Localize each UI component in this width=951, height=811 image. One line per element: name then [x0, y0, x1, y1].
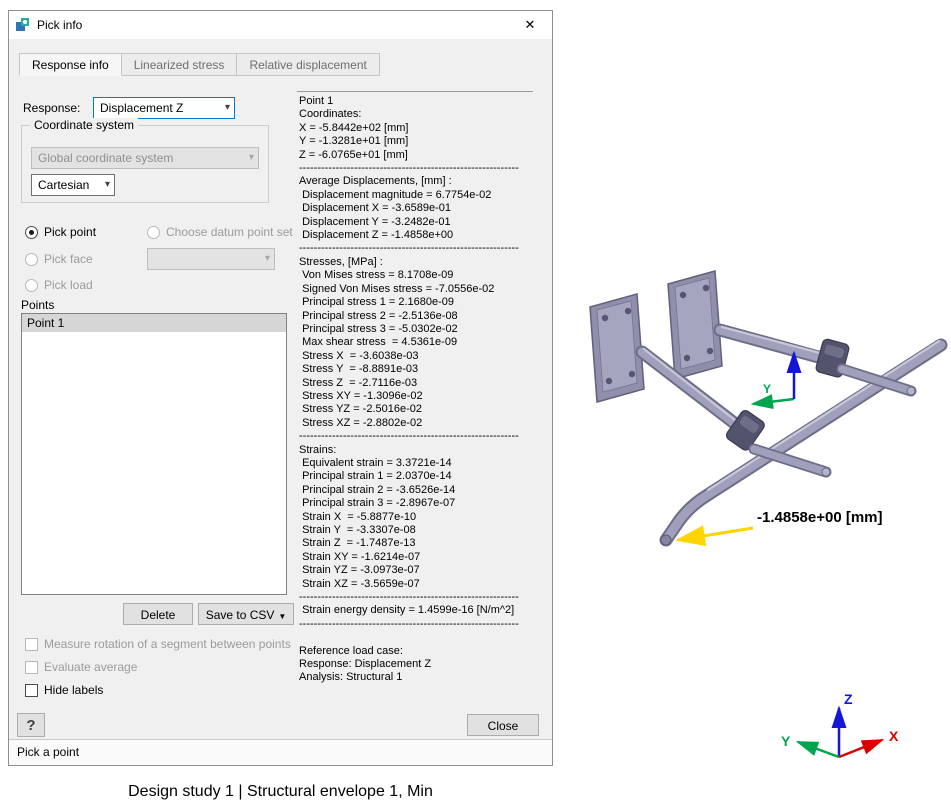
- radio-dot: [25, 279, 38, 292]
- response-label: Response:: [23, 101, 80, 115]
- status-bar: Pick a point: [9, 739, 552, 765]
- radio-dot: [25, 226, 38, 239]
- evaluate-average-label: Evaluate average: [44, 660, 137, 674]
- annotation-value-label: -1.4858e+00 [mm]: [757, 509, 883, 526]
- response-select[interactable]: Displacement Z ▾: [93, 97, 235, 119]
- chevron-down-icon: ▾: [225, 98, 230, 118]
- dialog-titlebar[interactable]: Pick info ✕: [9, 11, 552, 39]
- choose-datum-label: Choose datum point set: [166, 225, 293, 239]
- coordinate-type-value: Cartesian: [38, 178, 89, 192]
- help-button[interactable]: ?: [17, 713, 45, 737]
- bracket-plate-left: [590, 294, 644, 402]
- bracket-plate-right: [668, 271, 722, 379]
- measure-rotation-checkbox: Measure rotation of a segment between po…: [25, 637, 291, 651]
- coordinate-system-value: Global coordinate system: [38, 151, 173, 165]
- pick-point-radio[interactable]: Pick point: [25, 225, 96, 239]
- coordinate-system-group-label: Coordinate system: [30, 118, 138, 132]
- close-icon[interactable]: ✕: [514, 11, 546, 39]
- list-item[interactable]: Point 1: [22, 314, 286, 332]
- chevron-down-icon: ▾: [105, 175, 110, 195]
- probe-annotation: -1.4858e+00 [mm]: [678, 509, 883, 540]
- checkbox-box: [25, 638, 38, 651]
- coordinate-system-select: Global coordinate system ▾: [31, 147, 259, 169]
- pick-face-radio: Pick face: [25, 252, 93, 266]
- orientation-triad: Z X Y: [781, 691, 899, 757]
- tab-strip: Response info Linearized stress Relative…: [19, 53, 380, 76]
- triad-z-label: Z: [844, 691, 853, 707]
- pick-load-radio: Pick load: [25, 278, 93, 292]
- tab-relative-displacement[interactable]: Relative displacement: [236, 53, 379, 76]
- design-study-caption: Design study 1 | Structural envelope 1, …: [8, 783, 553, 801]
- hide-labels-label: Hide labels: [44, 683, 103, 697]
- chevron-down-icon: ▾: [249, 148, 254, 168]
- evaluate-average-checkbox: Evaluate average: [25, 660, 137, 674]
- response-selected-value: Displacement Z: [100, 101, 183, 115]
- pick-face-label: Pick face: [44, 252, 93, 266]
- points-label: Points: [21, 298, 54, 312]
- measure-rotation-label: Measure rotation of a segment between po…: [44, 637, 291, 651]
- cad-model[interactable]: [590, 271, 941, 545]
- hide-labels-checkbox[interactable]: Hide labels: [25, 683, 103, 697]
- dialog-title: Pick info: [37, 18, 82, 32]
- pick-info-icon: [15, 17, 31, 33]
- checkbox-box: [25, 661, 38, 674]
- pick-load-label: Pick load: [44, 278, 93, 292]
- triad-x-label: X: [889, 728, 899, 744]
- pick-info-dialog: Pick info ✕ Response info Linearized str…: [8, 10, 553, 766]
- radio-dot: [25, 253, 38, 266]
- menu-arrow-icon: ▼: [278, 612, 286, 621]
- triad-y-label: Y: [781, 733, 791, 749]
- probe-triad: Y: [753, 353, 794, 404]
- pick-point-label: Pick point: [44, 225, 96, 239]
- save-to-csv-button[interactable]: Save to CSV▼: [198, 603, 294, 625]
- probe-axis-y-label: Y: [763, 382, 771, 396]
- tab-response-info[interactable]: Response info: [19, 53, 122, 76]
- coordinate-type-select[interactable]: Cartesian ▾: [31, 174, 115, 196]
- close-button[interactable]: Close: [467, 714, 539, 736]
- choose-datum-radio: Choose datum point set: [147, 225, 293, 239]
- tab-linearized-stress[interactable]: Linearized stress: [121, 53, 238, 76]
- support-arm-right: [720, 327, 822, 358]
- checkbox-box: [25, 684, 38, 697]
- chevron-down-icon: ▾: [265, 249, 270, 269]
- datum-point-set-select: ▾: [147, 248, 275, 270]
- screenshot-root: Y -1.4858e+00 [mm] Z X Y: [0, 0, 951, 811]
- results-text: Point 1 Coordinates: X = -5.8442e+02 [mm…: [299, 95, 549, 701]
- points-list[interactable]: Point 1: [21, 313, 287, 595]
- save-to-csv-label: Save to CSV: [206, 608, 275, 622]
- radio-dot: [147, 226, 160, 239]
- delete-button[interactable]: Delete: [123, 603, 193, 625]
- results-divider: [297, 91, 533, 92]
- annotation-leader-arrow: [678, 528, 753, 540]
